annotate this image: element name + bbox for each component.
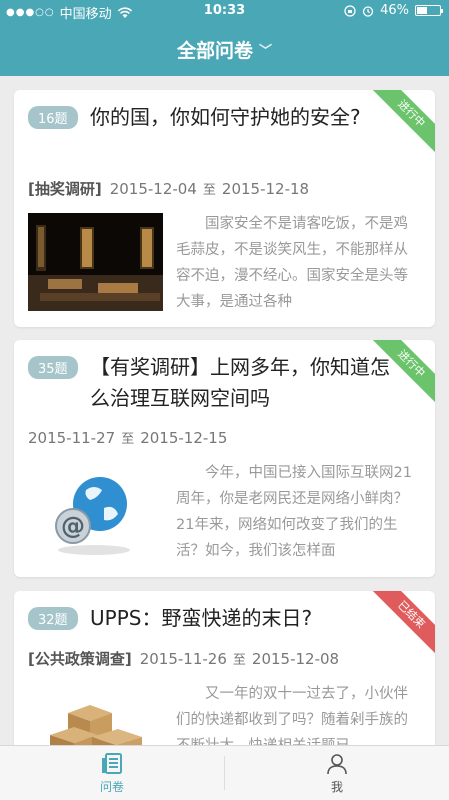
survey-card[interactable]: 已结束 32题 UPPS：野蛮快递的末日? [公共政策调查] 2015-11-26… <box>14 591 435 761</box>
survey-title: 【有奖调研】上网多年，你知道怎么治理互联网空间吗 <box>90 355 390 410</box>
internet-globe-image: @ <box>28 464 163 562</box>
survey-meta: [公共政策调查] 2015-11-26 至 2015-12-08 <box>28 648 339 669</box>
question-count-badge: 35题 <box>28 356 78 379</box>
start-date: 2015-12-04 <box>109 180 197 198</box>
date-separator: 至 <box>202 183 216 198</box>
battery-percent: 46% <box>380 3 409 18</box>
survey-meta: [抽奖调研] 2015-12-04 至 2015-12-18 <box>28 178 309 199</box>
person-icon <box>327 753 347 774</box>
tab-label: 问卷 <box>99 779 124 794</box>
survey-filter-dropdown[interactable]: 全部问卷 ﹀ <box>177 36 272 63</box>
date-separator: 至 <box>121 432 135 447</box>
battery-fill <box>417 7 428 14</box>
survey-summary: 国家安全不是请客吃饭，不是鸡毛蒜皮，不是谈笑风生，不能那样从容不迫，漫不经心。国… <box>176 216 408 310</box>
survey-icon <box>102 752 122 774</box>
survey-summary: 今年，中国已接入国际互联网21周年，你是老网民还是网络小鲜肉？21年来，网络如何… <box>176 465 412 559</box>
survey-card[interactable]: 进行中 16题 你的国，你如何守护她的安全? [抽奖调研] 2015-12-04 至… <box>14 90 435 327</box>
tab-surveys[interactable]: 问卷 <box>0 746 224 800</box>
alarm-icon <box>362 5 374 17</box>
survey-tag: [抽奖调研] <box>28 180 102 198</box>
end-date: 2015-12-08 <box>251 650 340 668</box>
survey-thumbnail-image <box>28 213 163 311</box>
start-date: 2015-11-27 <box>28 429 116 447</box>
status-right: 46% <box>344 3 443 18</box>
survey-title: 你的国，你如何守护她的安全? <box>90 105 361 129</box>
start-date: 2015-11-26 <box>139 650 227 668</box>
survey-meta: 2015-11-27 至 2015-12-15 <box>28 428 227 447</box>
end-date: 2015-12-15 <box>140 429 228 447</box>
tab-bar: 问卷 我 <box>0 745 449 800</box>
question-count-badge: 16题 <box>28 106 78 129</box>
survey-card[interactable]: 进行中 35题 【有奖调研】上网多年，你知道怎么治理互联网空间吗 2015-11… <box>14 340 435 577</box>
battery-icon <box>415 5 443 16</box>
question-count-badge: 32题 <box>28 607 78 630</box>
survey-title: UPPS：野蛮快递的末日? <box>90 606 313 630</box>
nav-bar: 全部问卷 ﹀ <box>0 22 449 76</box>
end-date: 2015-12-18 <box>221 180 310 198</box>
svg-text:@: @ <box>61 512 85 540</box>
tab-label: 我 <box>330 779 343 794</box>
rotation-lock-icon <box>344 4 356 17</box>
tab-me[interactable]: 我 <box>225 746 449 800</box>
survey-tag: [公共政策调查] <box>28 650 132 668</box>
chevron-down-icon: ﹀ <box>259 43 273 59</box>
nav-title-label: 全部问卷 <box>176 39 253 62</box>
status-bar: ●●●○○ 中国移动 10:33 46% <box>0 0 449 22</box>
date-separator: 至 <box>232 653 246 668</box>
